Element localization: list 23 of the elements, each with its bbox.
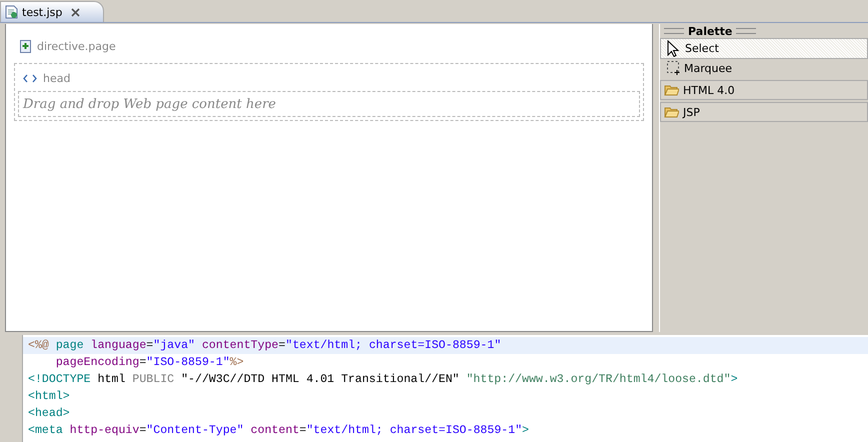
drop-zone[interactable]: Drag and drop Web page content here (18, 91, 640, 117)
marquee-icon (666, 60, 680, 77)
palette-title: Palette (688, 24, 732, 38)
editor-tab[interactable]: test.jsp (0, 1, 104, 22)
code-line: <!DOCTYPE html PUBLIC "-//W3C//DTD HTML 4.01 Transitional//EN" "http://www.w3.org/TR/html4/loose.dtd"> (27, 372, 739, 388)
tag-brackets-icon (23, 74, 37, 82)
drop-hint: Drag and drop Web page content here (23, 96, 276, 112)
code-line: <head> (27, 406, 71, 422)
jsp-file-icon (5, 5, 18, 19)
folder-icon (664, 106, 679, 118)
head-label: head (43, 72, 70, 84)
arrow-pointer-icon (667, 40, 681, 57)
palette-drawer[interactable]: JSP (660, 102, 868, 122)
palette-drawer[interactable]: HTML 4.0 (660, 80, 868, 100)
palette-tool[interactable]: Select (660, 38, 868, 59)
close-icon[interactable] (70, 6, 82, 18)
code-line: <meta http-equiv="Content-Type" content="text/html; charset=ISO-8859-1"> (27, 423, 530, 439)
palette-tool[interactable]: Marquee (660, 59, 868, 78)
directive-label: directive.page (37, 40, 116, 52)
code-line: <html> (27, 389, 71, 405)
folder-icon (664, 84, 679, 96)
directive-icon (20, 40, 31, 52)
code-line: pageEncoding="ISO-8859-1"%> (54, 355, 245, 371)
